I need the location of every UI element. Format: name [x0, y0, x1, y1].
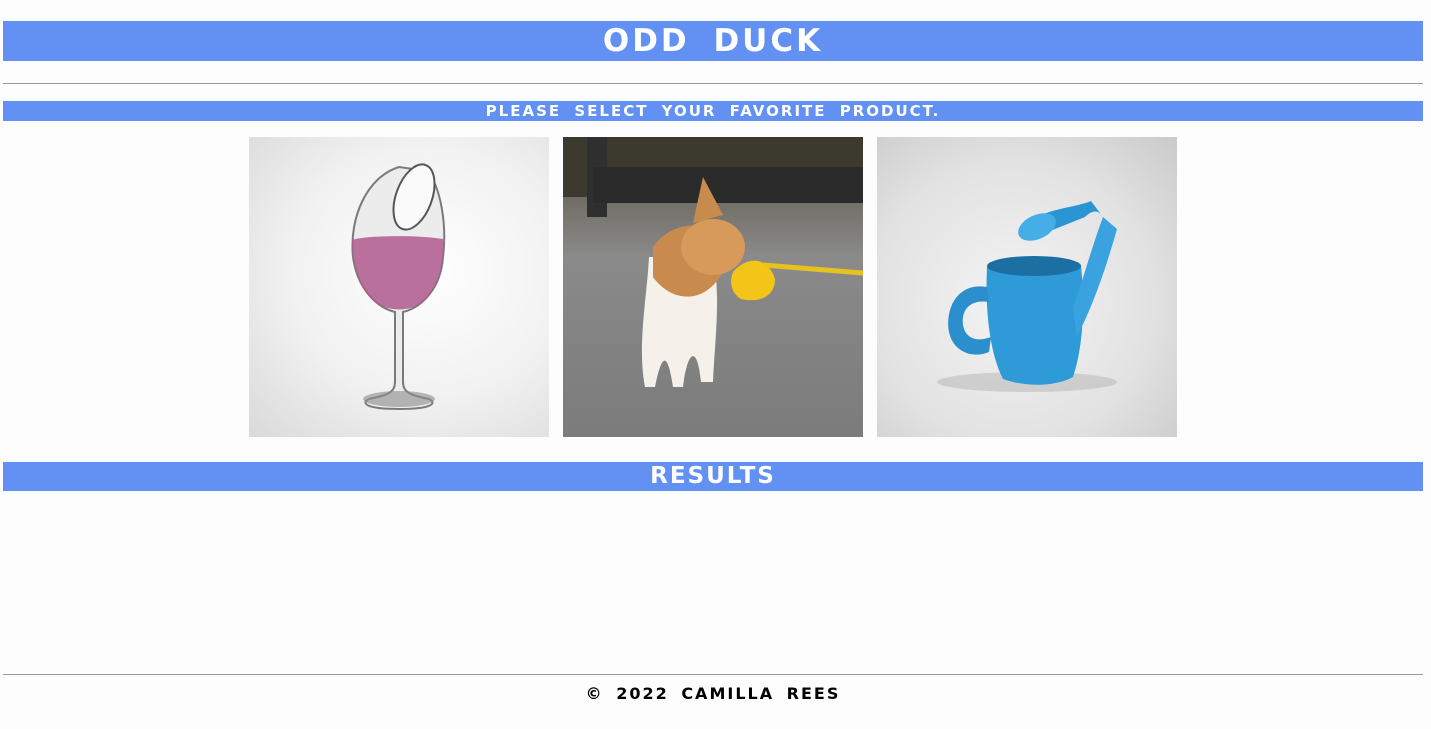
page-title: Odd Duck [3, 21, 1423, 61]
header-divider [3, 83, 1423, 84]
product-image-water-can[interactable] [877, 137, 1177, 437]
product-image-wine-glass[interactable] [249, 137, 549, 437]
dog-duck-muzzle-image [563, 137, 863, 387]
voting-prompt: Please select your favorite product. [3, 101, 1423, 121]
footer-divider [3, 674, 1423, 675]
wine-glass-image [351, 163, 446, 411]
product-image-dog-duck[interactable] [563, 137, 863, 437]
watering-can-image [937, 201, 1117, 392]
footer-copyright: © 2022 Camilla Rees [585, 684, 841, 703]
results-heading: Results [3, 462, 1423, 491]
